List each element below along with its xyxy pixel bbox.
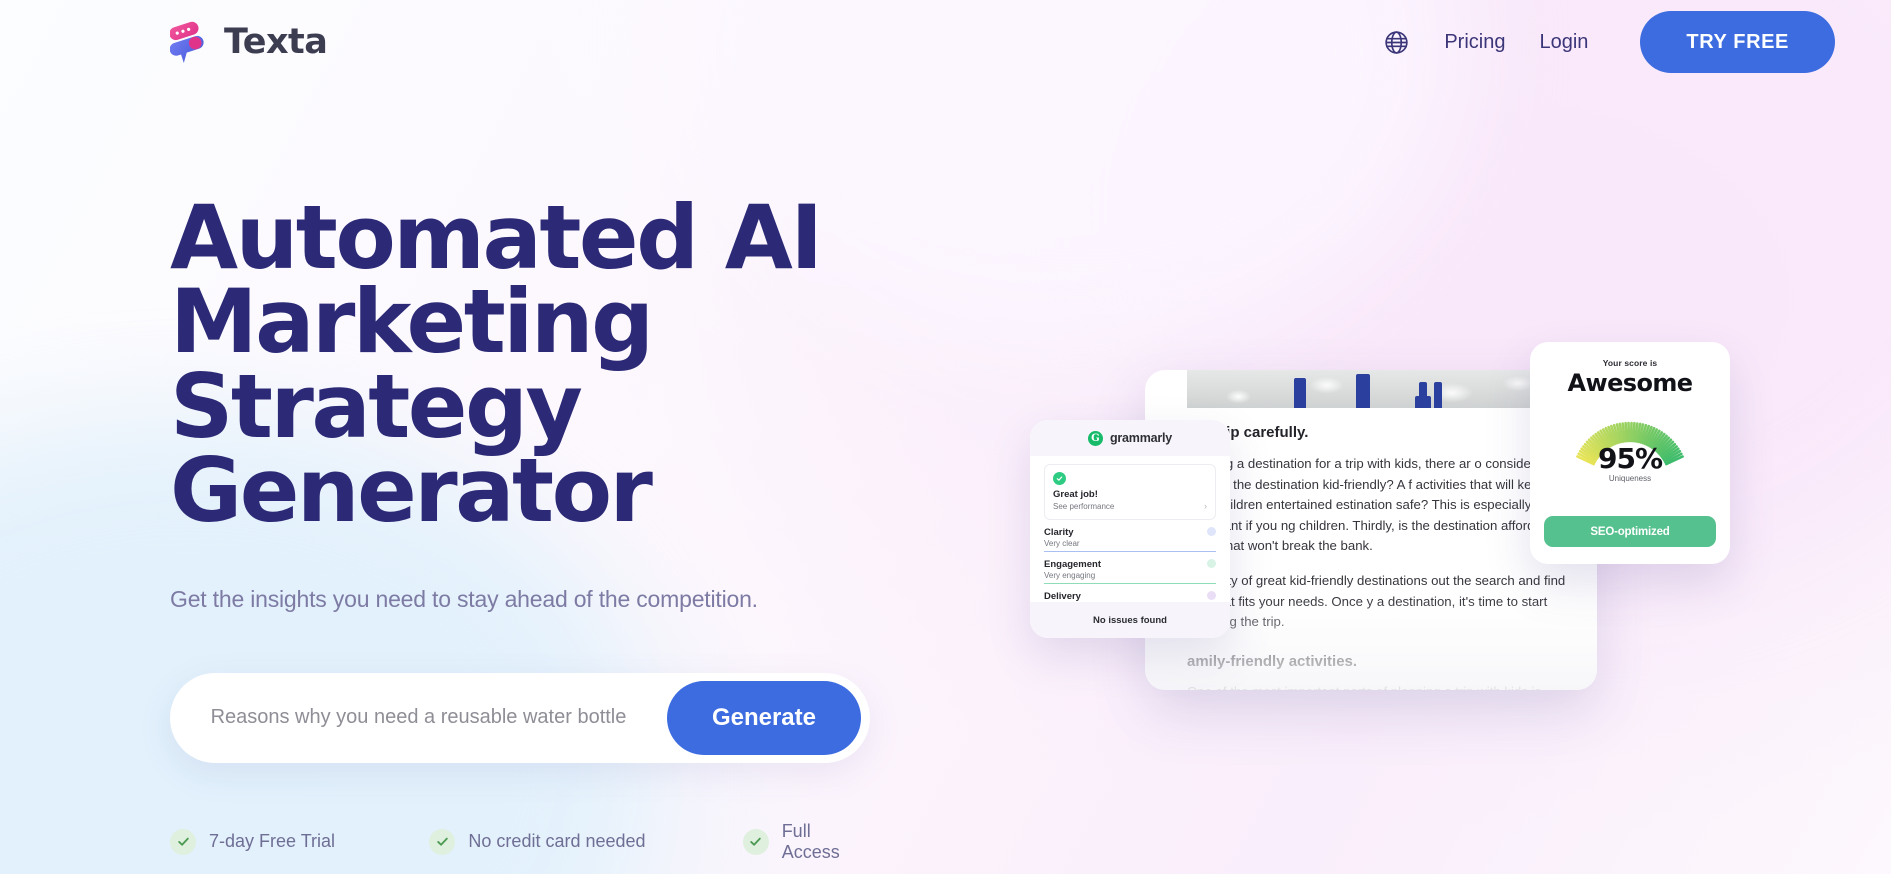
score-eyebrow: Your score is — [1602, 358, 1658, 368]
metric-status-icon — [1207, 591, 1216, 601]
article-paragraph-1: hoosing a destination for a trip with ki… — [1187, 456, 1567, 554]
article-paragraph-3: One of the most important parts of plann… — [1187, 682, 1571, 690]
metric-status-icon — [1207, 559, 1216, 569]
nav-link-login[interactable]: Login — [1539, 31, 1588, 54]
grammarly-footer: No issues found — [1030, 602, 1230, 638]
grammarly-brand-label: grammarly — [1109, 431, 1173, 445]
metric-name: Clarity — [1044, 527, 1074, 538]
metric-value: Very clear — [1044, 539, 1080, 548]
article-paragraph-2: re plenty of great kid-friendly destinat… — [1187, 572, 1566, 630]
feature-label: No credit card needed — [468, 831, 646, 852]
generate-button[interactable]: Generate — [666, 680, 861, 755]
metric-value: Very engaging — [1044, 571, 1096, 581]
article-heading: our trip carefully. — [1187, 424, 1309, 441]
prompt-search-bar[interactable]: Generate — [170, 672, 870, 763]
site-header: Texta Pricing Login TRY FREE — [0, 0, 1891, 84]
landing-page: Texta Pricing Login TRY FREE Automated A… — [0, 0, 1891, 874]
metric-clarity: Clarity Very clear — [1044, 527, 1216, 553]
metric-status-icon — [1207, 527, 1216, 536]
try-free-button[interactable]: TRY FREE — [1640, 11, 1835, 73]
metric-rule — [1044, 583, 1216, 585]
uniqueness-gauge: 95% Uniqueness — [1555, 405, 1705, 499]
feature-label: 7-day Free Trial — [209, 831, 336, 852]
score-percent: 95% — [1597, 442, 1663, 475]
feature-label: Full Access — [781, 820, 840, 862]
seo-optimized-badge[interactable]: SEO-optimized — [1544, 516, 1716, 547]
feature-item-trial: 7-day Free Trial — [170, 828, 429, 855]
globe-icon[interactable] — [1383, 29, 1410, 56]
metric-name: Delivery — [1044, 591, 1081, 603]
performance-link[interactable]: See performance — [1053, 502, 1114, 511]
check-icon — [742, 828, 769, 855]
metric-rule — [1044, 551, 1216, 553]
hero-section: Automated AI Marketing Strategy Generato… — [170, 186, 870, 863]
brand-name: Texta — [224, 22, 328, 62]
grammarly-header: G grammarly — [1030, 420, 1230, 456]
page-title: Automated AI Marketing Strategy Generato… — [170, 186, 823, 543]
chat-bubble-logo-icon — [169, 20, 210, 64]
brand-logo[interactable]: Texta — [169, 20, 328, 64]
article-photo — [1187, 370, 1555, 408]
feature-list: 7-day Free Trial No credit card needed F… — [170, 821, 870, 863]
metric-engagement: Engagement Very engaging — [1044, 559, 1216, 585]
hero-subtitle: Get the insights you need to stay ahead … — [170, 585, 758, 612]
score-metric-label: Uniqueness — [1608, 474, 1652, 483]
article-heading-2: amily-friendly activities. — [1187, 652, 1358, 670]
feature-item-no-card: No credit card needed — [429, 828, 742, 855]
score-card: Your score is Awesome 95% Uniqueness SEO… — [1530, 342, 1730, 564]
prompt-input[interactable] — [170, 706, 667, 730]
performance-card[interactable]: Great job! See performance › — [1044, 464, 1216, 520]
nav-link-pricing[interactable]: Pricing — [1444, 31, 1505, 54]
no-issues-label: No issues found — [1093, 614, 1167, 626]
grammarly-body: Great job! See performance › Clarity Ver… — [1030, 456, 1230, 617]
main-nav: Pricing Login TRY FREE — [1383, 11, 1835, 73]
metric-name: Engagement — [1044, 559, 1102, 571]
grammarly-panel: G grammarly Great job! See performance › — [1030, 420, 1230, 638]
check-icon — [170, 828, 196, 855]
performance-title: Great job! — [1053, 489, 1098, 500]
product-showcase: our trip carefully. hoosing a destinatio… — [1030, 330, 1730, 750]
photo-water-spray — [1187, 370, 1555, 408]
grammarly-logo-icon: G — [1087, 430, 1103, 446]
score-rating: Awesome — [1567, 369, 1693, 397]
success-check-icon — [1053, 472, 1066, 485]
check-icon — [429, 828, 456, 855]
chevron-right-icon: › — [1204, 500, 1207, 511]
feature-item-full-access: Full Access — [742, 820, 870, 863]
